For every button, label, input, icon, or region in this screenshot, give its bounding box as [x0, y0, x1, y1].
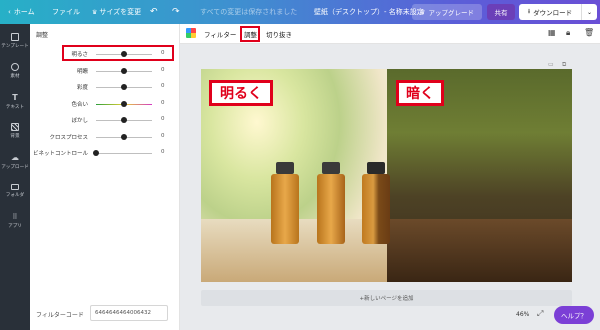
adjust-label: 彩度	[76, 85, 88, 91]
brightness-highlight	[62, 45, 174, 61]
dark-label: 暗く	[396, 80, 444, 106]
adjust-slider-knob[interactable]	[121, 84, 127, 90]
adjust-row: 彩度 0	[30, 81, 180, 93]
rail-item-label: テンプレート	[1, 44, 29, 49]
rail-item-label: 背景	[10, 134, 20, 139]
upgrade-label: アップグレード	[428, 9, 474, 17]
home-label: ホーム	[13, 8, 35, 16]
help-button[interactable]: ヘルプ？	[554, 306, 594, 324]
rail-item-label: アプリ	[8, 224, 22, 229]
rail-item-text[interactable]: T テキスト	[0, 88, 30, 114]
resize-label: サイズを変更	[99, 8, 142, 16]
bottle	[271, 174, 299, 244]
tab-filter[interactable]: フィルター	[204, 29, 236, 39]
adjust-label: ぼかし	[71, 118, 88, 124]
undo-icon[interactable]: ↶	[150, 0, 158, 24]
adjust-panel: 調整 明るさ 0 明瞭 0 彩度 0 色合い 0 ぼかし 0 クロスプロセス 0 ビネットコントロール 0…	[30, 24, 180, 330]
transparency-icon[interactable]: ▦	[548, 28, 556, 37]
adjust-label: クロスプロセス	[49, 134, 88, 141]
crown-icon: ♛	[92, 8, 98, 16]
rail-item-label: 素材	[10, 74, 20, 79]
adjust-value: 0	[161, 132, 165, 139]
file-menu[interactable]: ファイル	[52, 0, 80, 24]
share-button[interactable]: 共有	[487, 4, 515, 20]
table-surface-dark	[387, 219, 572, 282]
adjust-value: 0	[161, 83, 165, 89]
bright-label: 明るく	[209, 80, 273, 106]
adjust-label: ビネットコントロール	[32, 151, 88, 157]
rail-item-uploads[interactable]: ☁ アップロード	[0, 148, 30, 174]
bottle	[317, 174, 345, 244]
rail-item-templates[interactable]: テンプレート	[0, 28, 30, 54]
chevron-left-icon: ‹	[8, 8, 11, 16]
adjust-row: 明瞭 0	[30, 65, 180, 77]
photo-image[interactable]: 明るく 暗く	[201, 69, 572, 282]
rail-item-label: テキスト	[5, 104, 25, 110]
adjust-slider-knob[interactable]	[93, 150, 99, 156]
resize-menu[interactable]: ♛ サイズを変更	[92, 0, 141, 24]
file-label: ファイル	[52, 8, 80, 16]
panel-title: 調整	[36, 32, 49, 39]
bottle	[362, 174, 390, 244]
text-icon: T	[12, 92, 18, 102]
download-label: ダウンロード	[533, 9, 573, 17]
bottle-cap	[367, 162, 385, 174]
adjust-slider-knob[interactable]	[121, 117, 127, 123]
rail-item-elements[interactable]: 素材	[0, 58, 30, 84]
apps-grid-icon: ⠿	[12, 213, 18, 221]
download-options-button[interactable]: ⌄	[581, 4, 597, 20]
left-rail: テンプレート 素材 T テキスト 背景 ☁ アップロード フォルダ ⠿ アプリ	[0, 24, 30, 330]
top-bar: ‹ ホーム ファイル ♛ サイズを変更 ↶ ↷ すべての変更は保存されました 壁…	[0, 0, 600, 24]
lock-icon[interactable]: 🔒︎	[566, 28, 570, 38]
template-icon	[11, 33, 19, 41]
bottle-cap	[322, 162, 340, 174]
adjust-slider-knob[interactable]	[121, 133, 127, 140]
adjust-row: ビネットコントロール 0	[30, 147, 180, 159]
zoom-level[interactable]: 46%	[516, 311, 529, 318]
share-label: 共有	[494, 9, 508, 17]
adjust-row: ぼかし 0	[30, 114, 180, 126]
tab-crop[interactable]: 切り抜き	[266, 29, 292, 39]
notes-icon[interactable]: ▭	[548, 61, 554, 68]
rail-item-label: フォルダ	[5, 193, 25, 198]
adjust-label: 色合い	[71, 101, 88, 108]
adjust-slider-track[interactable]	[96, 153, 152, 154]
upgrade-button[interactable]: ♛ アップグレード	[412, 4, 482, 20]
crown-icon: ♛	[420, 8, 426, 16]
adjust-row: クロスプロセス 0	[30, 131, 180, 143]
adjust-value: 0	[161, 116, 165, 122]
bottle-cap	[276, 162, 294, 174]
chevron-down-icon: ⌄	[586, 8, 593, 16]
rail-item-background[interactable]: 背景	[0, 118, 30, 144]
download-button[interactable]: ⭳ ダウンロード	[519, 4, 581, 20]
adjust-value: 0	[161, 99, 165, 106]
adjust-slider-knob[interactable]	[121, 100, 127, 107]
trash-icon[interactable]: 🗑︎	[584, 28, 594, 37]
rail-item-apps[interactable]: ⠿ アプリ	[0, 208, 30, 234]
rail-item-label: アップロード	[1, 164, 29, 170]
shapes-icon	[11, 63, 19, 71]
redo-icon[interactable]: ↷	[172, 0, 180, 24]
adjust-row: 色合い 0	[30, 98, 180, 110]
adjust-label: 明瞭	[76, 68, 88, 75]
rail-item-folders[interactable]: フォルダ	[0, 178, 30, 204]
saved-status: すべての変更は保存されました	[200, 8, 298, 16]
adjust-value: 0	[161, 149, 165, 155]
add-page-button[interactable]: +新しいページを追加	[201, 290, 572, 306]
folder-icon	[11, 184, 19, 190]
download-icon: ⭳	[527, 6, 531, 15]
duplicate-page-icon[interactable]: ⧉	[562, 61, 566, 69]
fullscreen-icon[interactable]: ⤢	[537, 309, 543, 319]
home-link[interactable]: ‹ ホーム	[8, 0, 35, 24]
document-title[interactable]: 壁紙（デスクトップ）- 名称未設定	[314, 0, 424, 24]
filter-swatch-icon	[186, 28, 196, 38]
background-icon	[11, 123, 19, 131]
filter-code-input[interactable]: 6464646464006432	[90, 305, 168, 321]
filter-code-label: フィルターコード	[36, 312, 84, 319]
cloud-upload-icon: ☁	[11, 152, 19, 162]
help-label: ヘルプ？	[561, 312, 587, 320]
adjust-value: 0	[161, 66, 165, 73]
adjust-slider-knob[interactable]	[121, 67, 127, 74]
adjust-tab-highlight	[240, 26, 260, 42]
